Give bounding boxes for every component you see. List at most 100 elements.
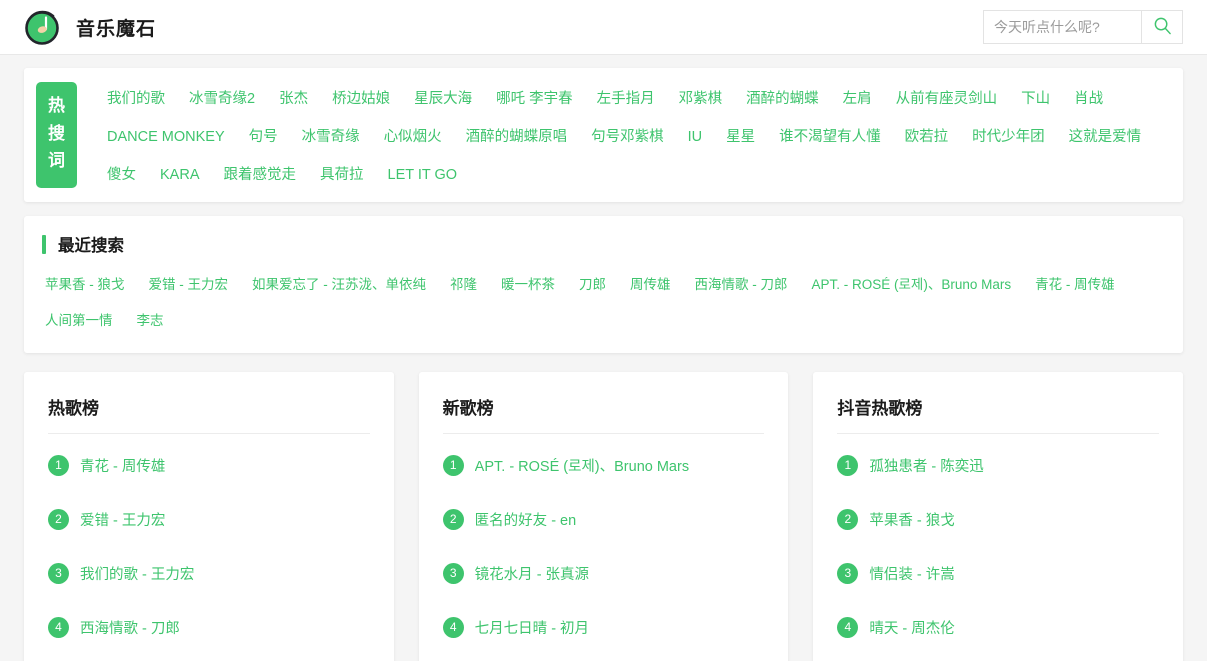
rank-card-title: 热歌榜 — [48, 399, 99, 418]
hot-tab-char-1: 搜 — [48, 123, 65, 143]
rank-card: 抖音热歌榜 1 孤独患者 - 陈奕迅 2 苹果香 - 狼戈 3 情侣装 - 许嵩 4 晴天 - … — [813, 372, 1184, 661]
rank-song-label: 青花 - 周传雄 — [80, 458, 166, 475]
rank-card-divider — [837, 433, 1160, 434]
rank-number-badge: 3 — [837, 562, 859, 584]
rank-number-badge: 4 — [837, 616, 859, 638]
search-input[interactable] — [983, 10, 1141, 44]
hot-search-word[interactable]: 左手指月 — [597, 86, 655, 112]
recent-search-word[interactable]: APT. - ROSÉ (로제)、Bruno Mars — [812, 273, 1012, 297]
rank-number-badge: 1 — [442, 454, 464, 476]
hot-search-word[interactable]: 心似烟火 — [384, 124, 442, 150]
hot-search-word[interactable]: 冰雪奇缘2 — [189, 86, 255, 112]
rank-list-item[interactable]: 3 情侣装 - 许嵩 — [837, 546, 1159, 600]
hot-search-word[interactable]: 冰雪奇缘 — [302, 124, 360, 150]
recent-search-header: 最近搜索 — [42, 232, 1165, 256]
rank-list-item[interactable]: 4 晴天 - 周杰伦 — [837, 600, 1159, 654]
rank-list-item[interactable]: 1 青花 - 周传雄 — [48, 438, 370, 492]
rank-card-divider — [442, 433, 765, 434]
rank-song-label: 西海情歌 - 刀郎 — [80, 620, 180, 637]
hot-search-word[interactable]: KARA — [160, 162, 200, 188]
recent-search-word[interactable]: 爱错 - 王力宏 — [149, 273, 229, 297]
hot-search-word[interactable]: 跟着感觉走 — [224, 162, 297, 188]
hot-search-word[interactable]: 左肩 — [843, 86, 872, 112]
hot-search-word[interactable]: DANCE MONKEY — [107, 124, 225, 150]
recent-search-word[interactable]: 如果爱忘了 - 汪苏泷、单依纯 — [252, 273, 426, 297]
hot-search-word[interactable]: 邓紫棋 — [679, 86, 723, 112]
rank-list-item[interactable]: 4 西海情歌 - 刀郎 — [48, 600, 370, 654]
rank-song-label: 爱错 - 王力宏 — [80, 512, 166, 529]
hot-search-word[interactable]: 傻女 — [107, 162, 136, 188]
hot-search-word[interactable]: 下山 — [1021, 86, 1050, 112]
brand-name: 音乐魔石 — [76, 18, 157, 40]
rank-list-item[interactable]: 4 七月七日晴 - 初月 — [442, 600, 765, 654]
rank-card-title: 抖音热歌榜 — [837, 399, 923, 418]
title-accent-bar — [42, 234, 46, 254]
rank-list-item[interactable]: 3 我们的歌 - 王力宏 — [48, 546, 370, 600]
hot-search-word[interactable]: 欧若拉 — [905, 124, 949, 150]
recent-search-word[interactable]: 刀郎 — [579, 273, 606, 297]
rank-number-badge: 4 — [442, 616, 464, 638]
hot-search-word[interactable]: 我们的歌 — [107, 86, 165, 112]
search-icon — [1153, 16, 1172, 38]
hot-search-word[interactable]: 哪吒 李宇春 — [496, 86, 573, 112]
recent-search-word[interactable]: 暖一杯茶 — [501, 273, 555, 297]
recent-search-card: 最近搜索 苹果香 - 狼戈 爱错 - 王力宏 如果爱忘了 - 汪苏泷、单依纯 祁隆 暖一… — [24, 216, 1183, 353]
hot-search-word[interactable]: LET IT GO — [388, 162, 458, 188]
hot-search-tab: 热 搜 词 — [36, 82, 77, 188]
rank-song-label: 匿名的好友 - en — [474, 512, 577, 529]
hot-search-word[interactable]: 这就是爱情 — [1069, 124, 1142, 150]
rank-number-badge: 2 — [837, 508, 859, 530]
hot-search-word[interactable]: 酒醉的蝴蝶 — [746, 86, 819, 112]
rank-list-item[interactable]: 3 镜花水月 - 张真源 — [442, 546, 765, 600]
rank-number-badge: 1 — [837, 454, 859, 476]
rank-list-item[interactable]: 1 孤独患者 - 陈奕迅 — [837, 438, 1159, 492]
recent-search-word[interactable]: 祁隆 — [450, 273, 477, 297]
hot-search-word[interactable]: 具荷拉 — [320, 162, 364, 188]
hot-search-word[interactable]: 句号 — [249, 124, 278, 150]
search-button[interactable] — [1141, 10, 1183, 44]
rank-number-badge: 2 — [48, 508, 69, 530]
rank-song-label: 情侣装 - 许嵩 — [869, 566, 955, 583]
hot-search-word[interactable]: 星星 — [726, 124, 755, 150]
rank-song-label: 我们的歌 - 王力宏 — [80, 566, 195, 583]
rank-song-label: 晴天 - 周杰伦 — [869, 620, 955, 637]
hot-search-word[interactable]: 肖战 — [1074, 86, 1103, 112]
hot-search-word[interactable]: IU — [688, 124, 703, 150]
recent-search-word[interactable]: 西海情歌 - 刀郎 — [695, 273, 788, 297]
hot-search-word-list: 我们的歌 冰雪奇缘2 张杰 桥边姑娘 星辰大海 哪吒 李宇春 左手指月 邓紫棋 酒醉的蝴蝶 左肩从… — [77, 82, 1169, 188]
hot-search-word[interactable]: 句号邓紫棋 — [591, 124, 664, 150]
hot-search-word[interactable]: 酒醉的蝴蝶原唱 — [466, 124, 568, 150]
rank-card: 热歌榜 1 青花 - 周传雄 2 爱错 - 王力宏 3 我们的歌 - 王力宏 4 西海情歌 - … — [24, 372, 394, 661]
hot-search-word[interactable]: 谁不渴望有人懂 — [779, 124, 881, 150]
rank-number-badge: 3 — [442, 562, 464, 584]
hot-search-word[interactable]: 星辰大海 — [414, 86, 472, 112]
rank-song-label: 镜花水月 - 张真源 — [474, 566, 590, 583]
hot-tab-char-2: 词 — [48, 151, 65, 171]
recent-search-word[interactable]: 青花 - 周传雄 — [1035, 273, 1115, 297]
rank-song-label: 孤独患者 - 陈奕迅 — [869, 458, 984, 475]
recent-search-word[interactable]: 周传雄 — [630, 273, 671, 297]
recent-search-word[interactable]: 苹果香 - 狼戈 — [45, 273, 125, 297]
rank-number-badge: 4 — [48, 616, 69, 638]
rank-list-item[interactable]: 1 APT. - ROSÉ (로제)、Bruno Mars — [442, 438, 765, 492]
rank-list-item[interactable]: 2 爱错 - 王力宏 — [48, 492, 370, 546]
recent-search-word[interactable]: 李志 — [137, 309, 164, 333]
hot-search-word[interactable]: 时代少年团 — [972, 124, 1045, 150]
rank-card: 新歌榜 1 APT. - ROSÉ (로제)、Bruno Mars 2 匿名的好友 - … — [418, 372, 789, 661]
hot-search-word[interactable]: 桥边姑娘 — [332, 86, 390, 112]
rank-card-title: 新歌榜 — [442, 399, 494, 418]
recent-search-word-list: 苹果香 - 狼戈 爱错 - 王力宏 如果爱忘了 - 汪苏泷、单依纯 祁隆 暖一杯茶 刀郎周… — [42, 273, 1165, 333]
recent-search-title: 最近搜索 — [58, 237, 124, 255]
rank-list-item[interactable]: 2 苹果香 - 狼戈 — [837, 492, 1159, 546]
rank-card-row: 热歌榜 1 青花 - 周传雄 2 爱错 - 王力宏 3 我们的歌 - 王力宏 4 西海情歌 - … — [24, 372, 1184, 661]
rank-number-badge: 3 — [48, 562, 69, 584]
rank-song-label: 七月七日晴 - 初月 — [474, 620, 590, 637]
rank-number-badge: 1 — [48, 454, 69, 476]
music-note-disc-icon — [22, 7, 62, 47]
hot-search-word[interactable]: 从前有座灵剑山 — [896, 86, 998, 112]
hot-search-card: 热 搜 词 我们的歌 冰雪奇缘2 张杰 桥边姑娘 星辰大海 哪吒 李宇春 左手指月 邓紫棋 酒醉… — [24, 68, 1183, 202]
rank-list-item[interactable]: 2 匿名的好友 - en — [442, 492, 765, 546]
rank-card-divider — [48, 433, 370, 434]
hot-search-word[interactable]: 张杰 — [279, 86, 308, 112]
recent-search-word[interactable]: 人间第一情 — [45, 309, 113, 333]
